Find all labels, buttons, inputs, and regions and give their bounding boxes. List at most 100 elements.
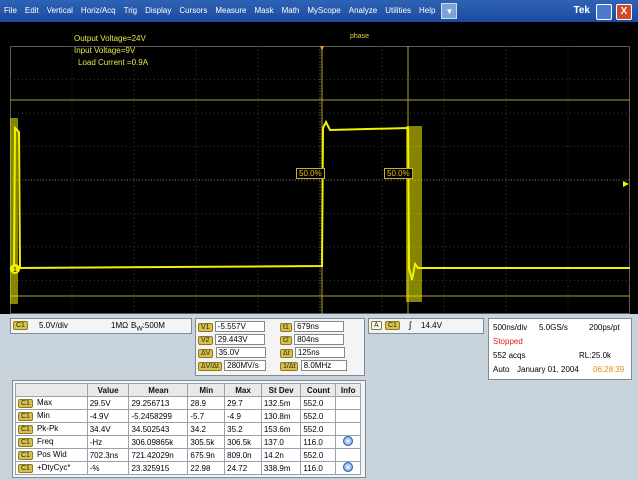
measurement-count: 552.0 [300, 409, 337, 423]
trigger-source-badge: C1 [385, 321, 400, 330]
measurement-min: 28.9 [187, 396, 226, 410]
v1-value: -5.557V [214, 321, 265, 332]
channel-1-marker-label: 1 [13, 267, 17, 274]
t1-badge: t1 [280, 323, 292, 332]
phase-label: phase [350, 33, 370, 40]
measurement-mean: 306.09865k [128, 435, 189, 449]
measurement-row[interactable]: C1 Min -4.9V -5.2458299 -5.7 -4.9 130.8m 552.0 [15, 409, 361, 423]
menu-measure[interactable]: Measure [211, 0, 250, 22]
measurement-name-cell: C1 Pk-Pk [15, 422, 88, 436]
menu-utilities[interactable]: Utilities [381, 0, 415, 22]
measurement-row[interactable]: C1 +DtyCyc* -% 23.325915 22.98 24.72 338.9m 116… [15, 461, 361, 475]
measurement-max: 29.7 [224, 396, 262, 410]
inv-dt-badge: 1/Δt [280, 362, 299, 371]
menu-mask[interactable]: Mask [250, 0, 277, 22]
bw-value: :500M [142, 321, 165, 330]
menu-horiz-acq[interactable]: Horiz/Acq [77, 0, 120, 22]
measurement-max: -4.9 [224, 409, 262, 423]
measurement-row[interactable]: C1 Freq -Hz 306.09865k 305.5k 306.5k 137.0 116.… [15, 435, 361, 449]
measurement-name-cell: C1 Freq [15, 435, 88, 449]
measurements-col-6: Count [300, 383, 337, 397]
measurement-stdev: 132.5m [260, 396, 302, 410]
menu-vertical[interactable]: Vertical [43, 0, 77, 22]
measurement-info-cell [335, 409, 361, 423]
resolution: 200ps/pt [589, 323, 620, 332]
info-icon[interactable] [343, 462, 354, 472]
menu-dropdown-icon[interactable]: ▼ [441, 3, 458, 19]
trigger-readout[interactable]: A C1 ∫ 14.4V [368, 318, 484, 334]
measurement-info-cell [335, 435, 361, 449]
menu-file[interactable]: File [0, 0, 21, 22]
measurement-row[interactable]: C1 Pos Wid 702.3ns 721.42029n 675.9n 809.0n 14… [15, 448, 361, 462]
cursor-readout[interactable]: V1 -5.557V V2 29.443V ΔV 35.0V ΔV/Δt 280… [195, 318, 365, 376]
dvdt-badge: ΔV/Δt [198, 362, 222, 371]
measurements-col-5: St Dev [260, 383, 302, 397]
measurement-name: Max [36, 398, 53, 407]
measurement-value: -Hz [86, 435, 130, 449]
menu-display[interactable]: Display [141, 0, 175, 22]
measurement-info-cell [335, 461, 361, 475]
measurement-channel-badge: C1 [18, 438, 33, 447]
rising-edge-icon: ∫ [409, 320, 412, 330]
cursor-percent-right: 50.0% [384, 168, 413, 179]
cursor-percent-left: 50.0% [296, 168, 325, 179]
measurement-name: +DtyCyc* [36, 463, 71, 472]
measurement-info-cell [335, 422, 361, 436]
ringing-burst-right [406, 126, 422, 302]
measurement-min: 675.9n [187, 448, 226, 462]
graticule: 1 [10, 46, 630, 314]
acquisition-readout[interactable]: 500ns/div 5.0GS/s 200ps/pt Stopped 552 a… [488, 318, 632, 380]
measurement-value: -% [86, 461, 130, 475]
menu-math[interactable]: Math [278, 0, 304, 22]
menu-trig[interactable]: Trig [120, 0, 141, 22]
measurement-row[interactable]: C1 Max 29.5V 29.256713 28.9 29.7 132.5m 552.0 [15, 396, 361, 410]
measurements-panel[interactable]: Value Mean Min Max St Dev Count Info C1 Max 29.5… [12, 380, 366, 478]
dt-value: 125ns [294, 347, 345, 358]
measurements-col-7: Info [335, 383, 361, 397]
measurements-col-0 [15, 383, 88, 397]
measurement-mean: 29.256713 [128, 396, 189, 410]
acq-count: 552 acqs [493, 351, 526, 360]
measurements-header-row: Value Mean Min Max St Dev Count Info [15, 383, 361, 397]
t2-badge: t2 [280, 336, 292, 345]
trigger-level: 14.4V [421, 321, 442, 330]
trigger-position-icon [320, 46, 324, 51]
v2-badge: V2 [198, 336, 213, 345]
menu-cursors[interactable]: Cursors [175, 0, 211, 22]
inv-dt-value: 8.0MHz [300, 360, 347, 371]
measurement-min: 34.2 [187, 422, 226, 436]
minimize-button[interactable] [596, 4, 612, 20]
measurement-info-cell [335, 396, 361, 410]
measurement-count: 552.0 [300, 422, 337, 436]
info-icon[interactable] [343, 436, 354, 446]
measurement-min: -5.7 [187, 409, 226, 423]
time: 06:28:39 [593, 365, 625, 374]
menu-analyze[interactable]: Analyze [345, 0, 381, 22]
date: January 01, 2004 [517, 365, 579, 374]
dvdt-value: 280MV/s [224, 360, 267, 371]
waveform-display[interactable]: 1 Output Voltage=24V Input Voltage=9V Lo… [0, 22, 638, 314]
measurement-stdev: 137.0 [260, 435, 302, 449]
menu-help[interactable]: Help [415, 0, 439, 22]
ringing-burst-left [10, 118, 18, 304]
channel-impedance: 1MΩ [111, 321, 129, 330]
measurement-value: 29.5V [86, 396, 130, 410]
measurement-channel-badge: C1 [18, 399, 33, 408]
measurement-stdev: 130.8m [260, 409, 302, 423]
menu-myscope[interactable]: MyScope [303, 0, 344, 22]
measurement-row[interactable]: C1 Pk-Pk 34.4V 34.502543 34.2 35.2 153.6m 552.0 [15, 422, 361, 436]
measurement-name-cell: C1 +DtyCyc* [15, 461, 88, 475]
acq-state: Stopped [493, 337, 523, 346]
channel-readout[interactable]: C1 5.0V/div 1MΩ BW:500M [10, 318, 192, 334]
measurement-mean: 34.502543 [128, 422, 189, 436]
measurement-count: 552.0 [300, 448, 337, 462]
timebase: 500ns/div [493, 323, 528, 332]
measurement-count: 116.0 [300, 461, 337, 475]
measurement-name: Min [36, 411, 50, 420]
menu-edit[interactable]: Edit [21, 0, 43, 22]
measurement-name: Freq [36, 437, 54, 446]
close-button[interactable]: X [616, 4, 632, 20]
v2-value: 29.443V [214, 334, 265, 345]
t2-value: 804ns [294, 334, 345, 345]
dv-value: 35.0V [215, 347, 266, 358]
